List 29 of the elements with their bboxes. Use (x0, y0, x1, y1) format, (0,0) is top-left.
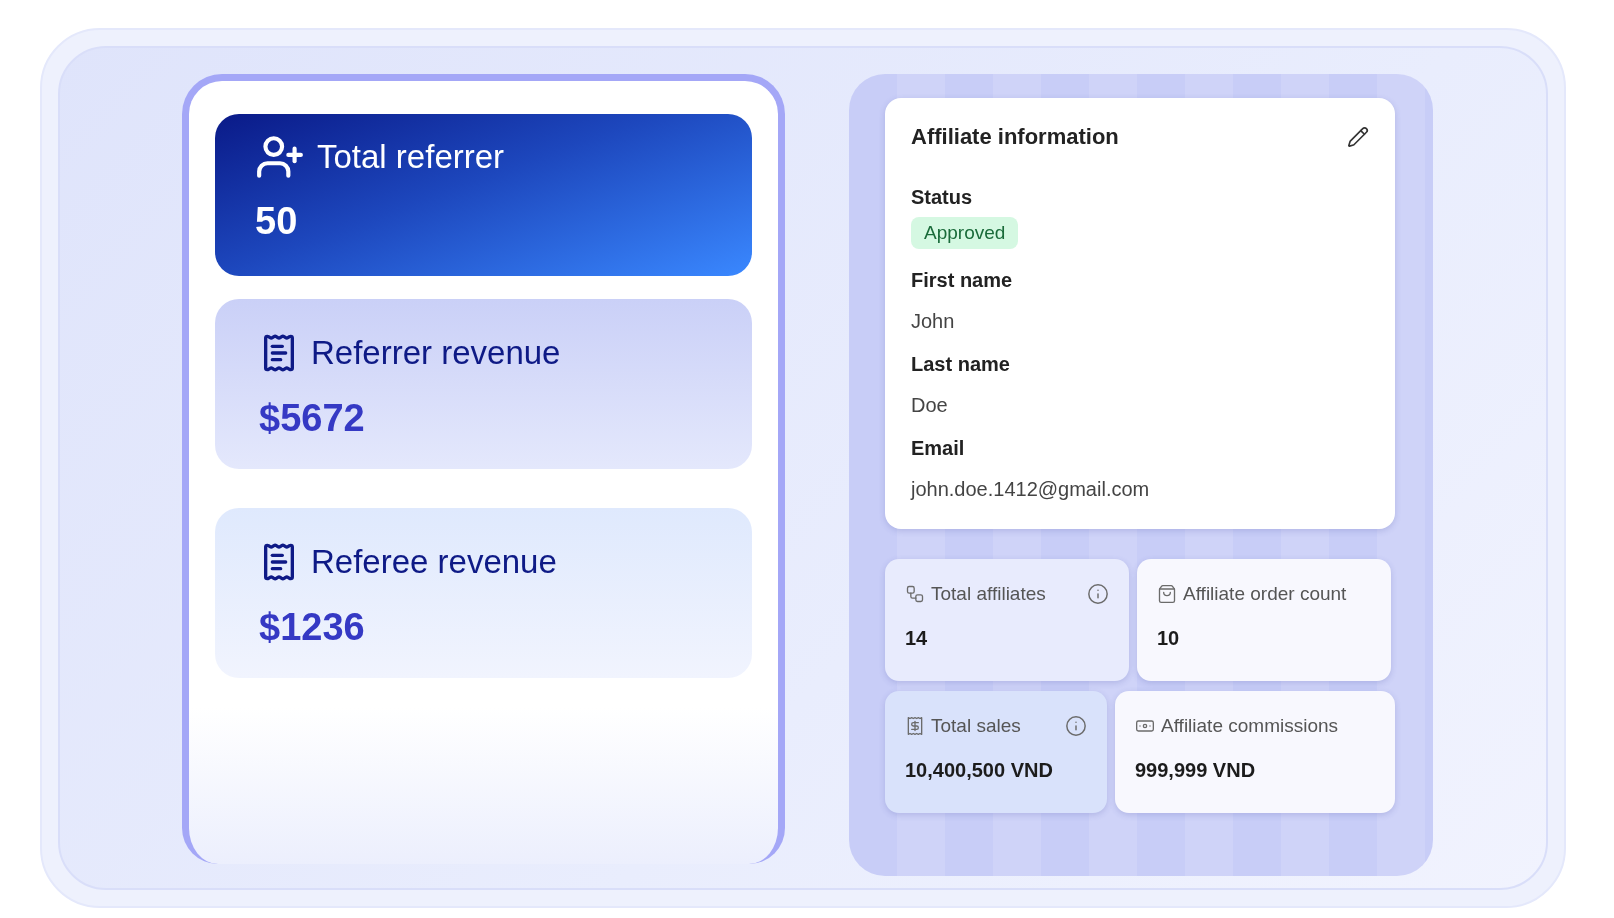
summary-value: $5672 (259, 397, 366, 440)
card-title: Affiliate information (911, 124, 1119, 150)
summary-title: Total referrer (317, 138, 505, 176)
field-label: First name (911, 269, 1014, 292)
summary-title: Referee revenue (311, 543, 557, 581)
field-label: Last name (911, 353, 1011, 376)
info-icon[interactable] (1087, 583, 1109, 605)
field-value: john.doe.1412@gmail.com (911, 478, 1151, 501)
stat-label: Total sales (931, 715, 1021, 737)
field-label: Email (911, 437, 966, 460)
stat-icon (1157, 584, 1177, 604)
stat-icon (905, 584, 925, 604)
stat-label: Affiliate commissions (1161, 715, 1339, 737)
summary-value: 50 (255, 200, 299, 243)
stat-value: 10,400,500 VND (905, 759, 1054, 782)
stat-value: 14 (905, 627, 929, 650)
stat-icon (905, 716, 925, 736)
edit-button[interactable] (1347, 126, 1369, 148)
info-icon[interactable] (1065, 715, 1087, 737)
field-label: Status (911, 186, 974, 209)
status-badge: Approved (911, 217, 1019, 249)
field-value: John (911, 310, 956, 333)
summary-value: $1236 (259, 606, 366, 649)
field-value: Doe (911, 394, 949, 417)
summary-title: Referrer revenue (311, 334, 561, 372)
stat-label: Total affiliates (931, 583, 1046, 605)
stat-label: Affiliate order count (1183, 583, 1347, 605)
stat-value: 10 (1157, 627, 1181, 650)
stat-value: 999,999 VND (1135, 759, 1257, 782)
